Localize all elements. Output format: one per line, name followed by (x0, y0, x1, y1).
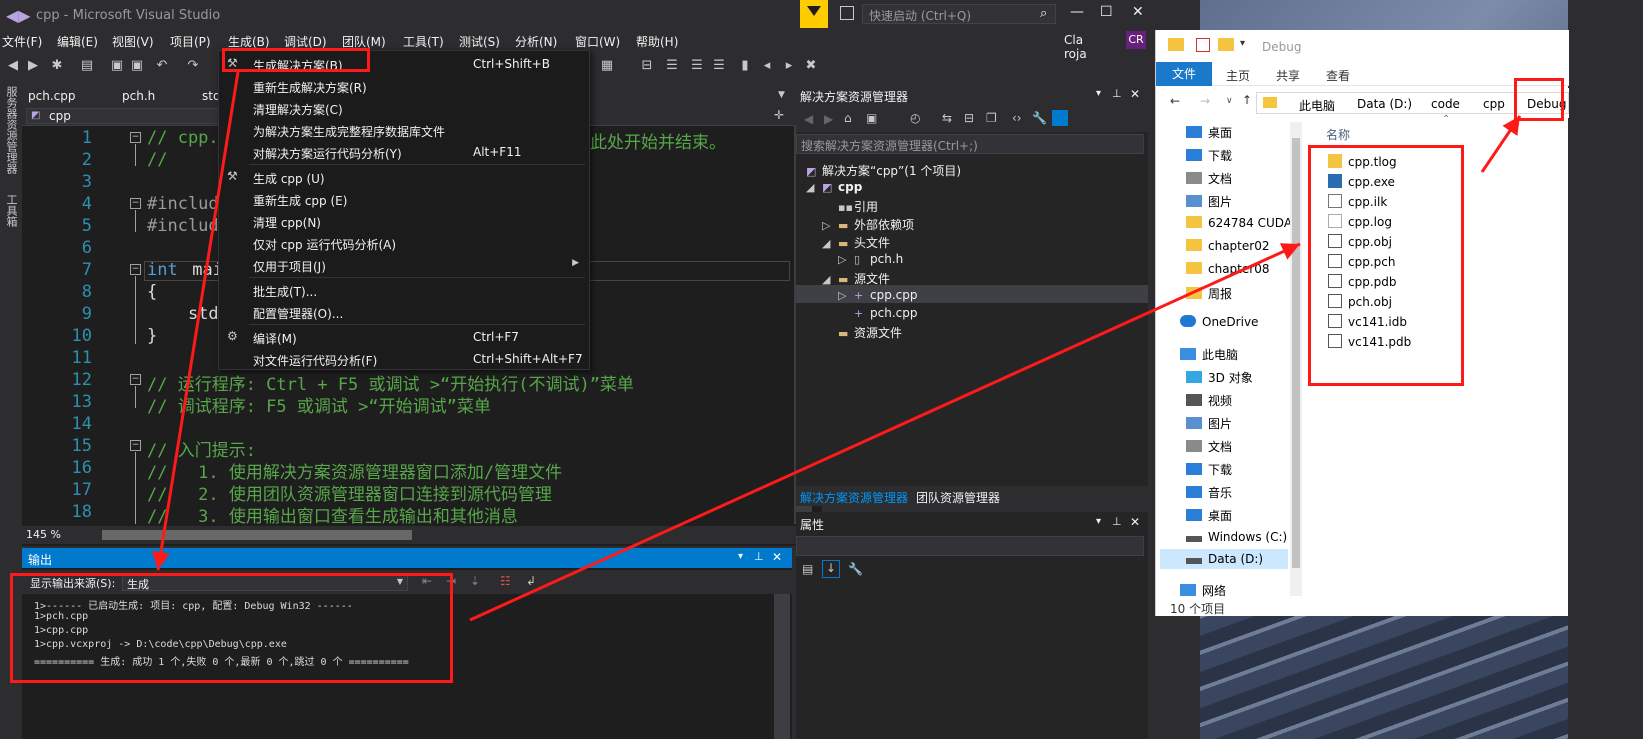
arrow-files-to-debug (1480, 115, 1522, 173)
annotation-arrows (151, 71, 1522, 622)
arrow-build-to-output (151, 71, 240, 571)
arrow-output-to-files (469, 242, 1301, 622)
